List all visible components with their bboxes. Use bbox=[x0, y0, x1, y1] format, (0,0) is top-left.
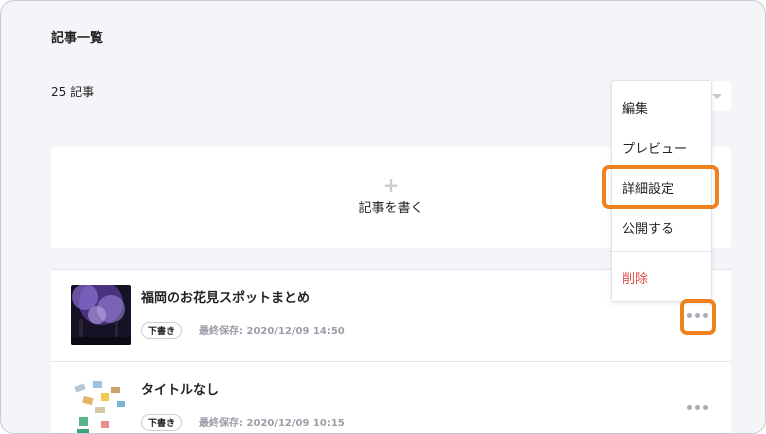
plus-icon: + bbox=[382, 173, 400, 197]
menu-item-delete[interactable]: 削除 bbox=[622, 268, 648, 287]
status-badge: 下書き bbox=[141, 322, 183, 339]
dot-icon bbox=[695, 313, 700, 318]
article-thumbnail bbox=[71, 285, 131, 345]
more-options-button[interactable] bbox=[687, 400, 709, 414]
article-title[interactable]: 福岡のお花見スポットまとめ bbox=[141, 287, 310, 306]
dot-icon bbox=[687, 405, 692, 410]
article-count: 25 記事 bbox=[51, 85, 95, 99]
article-title[interactable]: タイトルなし bbox=[141, 379, 219, 398]
menu-item-advanced-settings[interactable]: 詳細設定 bbox=[622, 178, 674, 197]
page-title: 記事一覧 bbox=[51, 31, 104, 46]
chevron-down-icon bbox=[712, 94, 722, 99]
status-badge: 下書き bbox=[141, 414, 183, 431]
last-saved: 最終保存: 2020/12/09 14:50 bbox=[199, 326, 345, 337]
dot-icon bbox=[695, 405, 700, 410]
menu-item-edit[interactable]: 編集 bbox=[622, 98, 648, 117]
more-options-button[interactable] bbox=[687, 308, 709, 322]
article-row[interactable]: タイトルなし 下書き 最終保存: 2020/12/09 10:15 bbox=[51, 361, 731, 433]
last-saved: 最終保存: 2020/12/09 10:15 bbox=[199, 418, 345, 429]
menu-item-publish[interactable]: 公開する bbox=[622, 218, 674, 237]
dot-icon bbox=[703, 313, 708, 318]
article-options-menu: 編集 プレビュー 詳細設定 公開する 削除 bbox=[611, 80, 712, 302]
app-frame: 記事一覧 25 記事 + 記事を書く 福岡のお花見スポットまとめ 下書き 最終保… bbox=[0, 0, 766, 434]
menu-item-preview[interactable]: プレビュー bbox=[622, 138, 687, 157]
article-thumbnail bbox=[71, 377, 131, 433]
dot-icon bbox=[703, 405, 708, 410]
dot-icon bbox=[687, 313, 692, 318]
menu-divider bbox=[612, 251, 711, 252]
